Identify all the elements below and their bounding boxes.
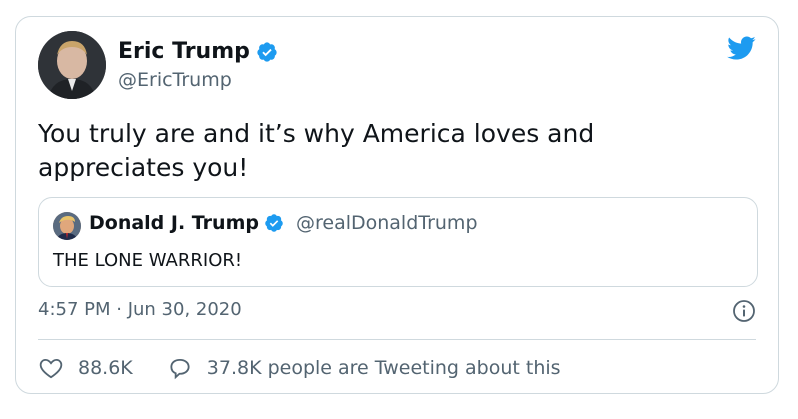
tweet-text: You truly are and it’s why America loves… bbox=[38, 119, 595, 182]
avatar-image bbox=[38, 31, 106, 99]
quoted-author-avatar[interactable] bbox=[53, 212, 81, 240]
tweet-timestamp[interactable]: 4:57 PM · Jun 30, 2020 bbox=[38, 299, 242, 320]
twitter-bird-icon[interactable] bbox=[724, 33, 758, 63]
author-display-name[interactable]: Eric Trump bbox=[118, 39, 250, 64]
quoted-handle[interactable]: @realDonaldTrump bbox=[296, 212, 478, 234]
quoted-avatar-image bbox=[53, 212, 81, 240]
heart-icon bbox=[39, 358, 63, 379]
tweet-actions: 88.6K 37.8K people are Tweeting about th… bbox=[38, 355, 595, 381]
quoted-display-name[interactable]: Donald J. Trump bbox=[89, 212, 259, 234]
like-button[interactable]: 88.6K bbox=[38, 355, 133, 381]
quoted-tweet[interactable]: Donald J. Trump @realDonaldTrump THE LON… bbox=[38, 197, 758, 287]
like-count: 88.6K bbox=[78, 357, 133, 379]
quoted-name-row: Donald J. Trump @realDonaldTrump bbox=[89, 212, 478, 234]
verified-badge-icon bbox=[256, 41, 278, 63]
info-icon[interactable] bbox=[732, 299, 756, 323]
tweeting-about-link[interactable]: 37.8K people are Tweeting about this bbox=[167, 355, 561, 381]
tweeting-about-text: 37.8K people are Tweeting about this bbox=[206, 357, 561, 379]
divider bbox=[38, 339, 756, 340]
reply-bubble-icon bbox=[170, 358, 190, 380]
verified-badge-icon bbox=[264, 213, 284, 233]
author-avatar[interactable] bbox=[38, 31, 106, 99]
quoted-tweet-text: THE LONE WARRIOR! bbox=[53, 250, 243, 271]
author-name-row: Eric Trump bbox=[118, 39, 278, 64]
author-handle[interactable]: @EricTrump bbox=[118, 69, 232, 91]
tweet-card[interactable]: Eric Trump @EricTrump You truly are and … bbox=[15, 16, 779, 394]
